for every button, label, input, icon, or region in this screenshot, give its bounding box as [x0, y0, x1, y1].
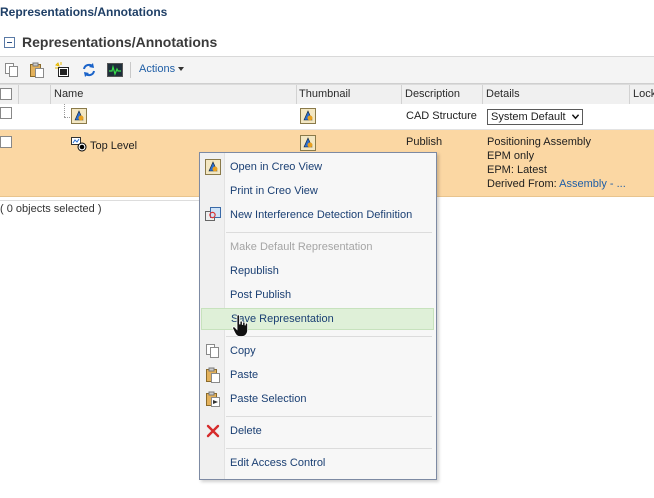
- menu-item-label: Copy: [230, 345, 256, 357]
- select-all-checkbox[interactable]: [0, 88, 12, 100]
- selection-count: ( 0 objects selected ): [0, 203, 102, 215]
- column-divider: [482, 85, 483, 104]
- description-cell: CAD Structure: [406, 110, 477, 122]
- menu-item-edit-access-control[interactable]: Edit Access Control: [201, 452, 434, 474]
- menu-item-new-interference-detection[interactable]: New Interference Detection Definition: [201, 204, 434, 226]
- menu-item-paste-selection[interactable]: Paste Selection: [201, 388, 434, 410]
- toolbar-separator: [130, 62, 131, 78]
- column-divider: [18, 85, 19, 104]
- menu-item-label: Print in Creo View: [230, 185, 318, 197]
- menu-item-make-default-representation: Make Default Representation: [201, 236, 434, 258]
- chevron-down-icon: [178, 67, 185, 72]
- thumbnail-icon[interactable]: [300, 135, 316, 151]
- new-representation-icon[interactable]: [55, 62, 71, 78]
- section-header: Representations/Annotations: [4, 33, 217, 51]
- monitor-icon[interactable]: [107, 62, 123, 78]
- menu-item-label: Paste Selection: [230, 393, 307, 405]
- top-level-assembly-icon[interactable]: [71, 136, 87, 152]
- chevron-down-icon: [572, 114, 579, 120]
- table-header: Name Thumbnail Description Details Lock: [0, 84, 654, 105]
- tree-line: [64, 104, 65, 117]
- column-header-description[interactable]: Description: [405, 88, 460, 100]
- hand-cursor-icon: [232, 314, 248, 337]
- menu-item-paste[interactable]: Paste: [201, 364, 434, 386]
- copy-icon: [205, 343, 221, 359]
- row-checkbox[interactable]: [0, 136, 12, 148]
- column-divider: [401, 85, 402, 104]
- copy-toolbar-icon[interactable]: [4, 62, 20, 78]
- derived-from-link[interactable]: Assembly - ...: [559, 178, 626, 190]
- menu-item-delete[interactable]: Delete: [201, 420, 434, 442]
- menu-item-label: New Interference Detection Definition: [230, 209, 413, 221]
- menu-item-print-in-creo-view[interactable]: Print in Creo View: [201, 180, 434, 202]
- paste-toolbar-icon[interactable]: [29, 62, 45, 78]
- tree-line: [64, 117, 70, 118]
- paste-selection-icon: [205, 391, 221, 407]
- description-cell: Publish: [406, 136, 443, 148]
- menu-separator: [226, 448, 432, 449]
- footer-divider: [0, 200, 200, 201]
- column-header-lock[interactable]: Lock: [633, 88, 654, 100]
- details-line: EPM only: [487, 150, 535, 162]
- table-toolbar: Actions: [0, 56, 654, 84]
- menu-item-label: Delete: [230, 425, 262, 437]
- column-header-details[interactable]: Details: [486, 88, 520, 100]
- actions-label: Actions: [139, 63, 176, 75]
- breadcrumb[interactable]: Representations/Annotations: [0, 5, 167, 19]
- refresh-icon[interactable]: [81, 62, 97, 78]
- column-divider: [296, 85, 297, 104]
- column-header-name[interactable]: Name: [54, 88, 83, 100]
- representation-icon[interactable]: [71, 108, 87, 124]
- details-line: EPM: Latest: [487, 164, 547, 176]
- table-row[interactable]: CAD Structure System Default: [0, 104, 654, 130]
- menu-item-open-in-creo-view[interactable]: Open in Creo View: [201, 156, 434, 178]
- column-header-thumbnail[interactable]: Thumbnail: [299, 88, 350, 100]
- menu-item-copy[interactable]: Copy: [201, 340, 434, 362]
- column-divider: [629, 85, 630, 104]
- details-select[interactable]: System Default: [487, 109, 583, 125]
- menu-separator: [226, 416, 432, 417]
- derived-from-label: Derived From:: [487, 178, 557, 190]
- menu-item-label: Open in Creo View: [230, 161, 323, 173]
- menu-item-label: Post Publish: [230, 289, 292, 301]
- creo-view-icon: [205, 159, 221, 175]
- actions-menu[interactable]: Actions: [139, 63, 185, 75]
- row-name[interactable]: Top Level: [90, 140, 137, 152]
- menu-item-label: Edit Access Control: [230, 457, 326, 469]
- section-title: Representations/Annotations: [22, 34, 218, 50]
- menu-item-post-publish[interactable]: Post Publish: [201, 284, 434, 306]
- menu-separator: [226, 336, 432, 337]
- paste-icon: [205, 367, 221, 383]
- details-select-value: System Default: [491, 111, 566, 123]
- menu-separator: [226, 232, 432, 233]
- collapse-toggle-icon[interactable]: [4, 36, 15, 48]
- menu-item-label: Republish: [230, 265, 279, 277]
- menu-item-republish[interactable]: Republish: [201, 260, 434, 282]
- delete-icon: [205, 423, 221, 439]
- column-divider: [50, 85, 51, 104]
- interference-icon: [205, 207, 221, 223]
- menu-item-label: Paste: [230, 369, 259, 381]
- details-line: Positioning Assembly: [487, 136, 591, 148]
- details-derived-from: Derived From: Assembly - ...: [487, 178, 626, 190]
- menu-item-label: Make Default Representation: [230, 241, 373, 253]
- row-checkbox[interactable]: [0, 107, 12, 119]
- thumbnail-icon[interactable]: [300, 108, 316, 124]
